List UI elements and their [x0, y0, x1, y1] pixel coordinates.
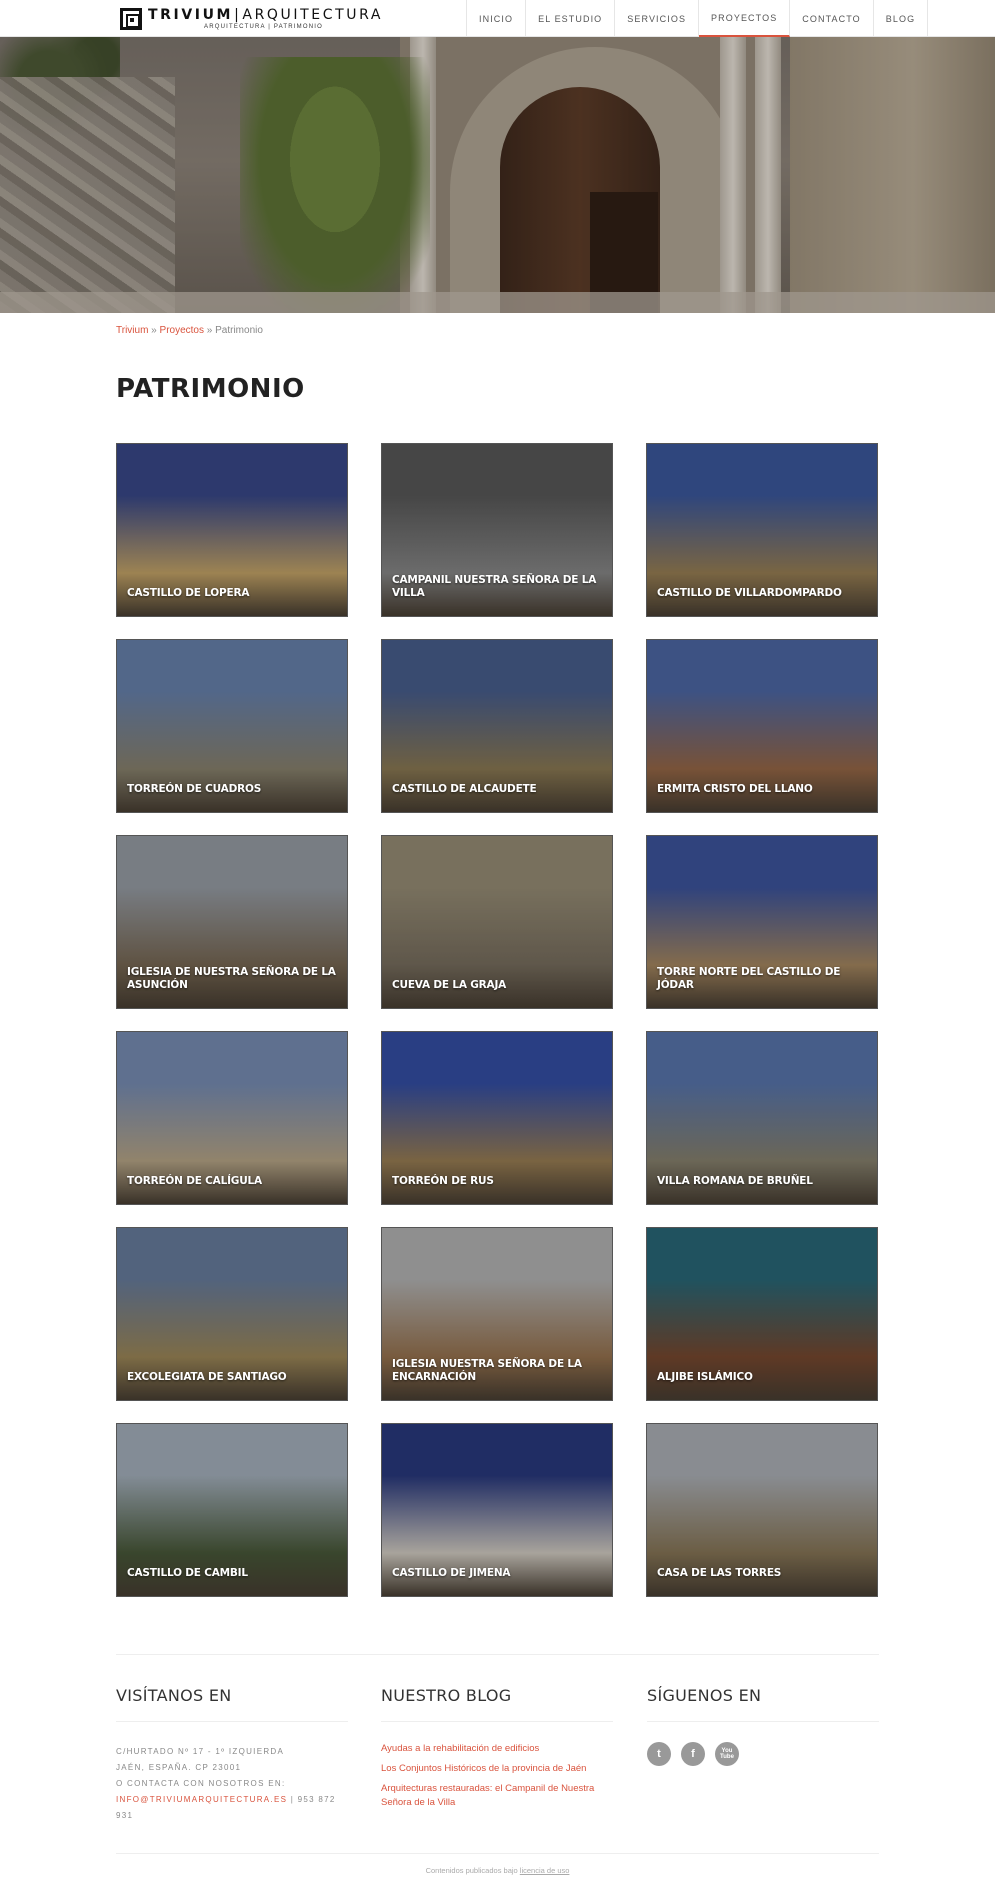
nav-item-blog[interactable]: BLOG	[874, 0, 929, 37]
footer-follow-column: SÍGUENOS EN t f You Tube	[647, 1686, 879, 1766]
project-title: CASTILLO DE VILLARDOMPARDO	[657, 587, 842, 599]
project-title: CASTILLO DE CAMBIL	[127, 1567, 248, 1579]
logo[interactable]: TRIVIUM|ARQUITECTURA ARQUITECTURA | PATR…	[120, 6, 383, 32]
project-card[interactable]: IGLESIA DE NUESTRA SEÑORA DE LA ASUNCIÓN	[116, 835, 348, 1009]
social-icons: t f You Tube	[647, 1742, 879, 1766]
project-card[interactable]: CUEVA DE LA GRAJA	[381, 835, 613, 1009]
twitter-icon[interactable]: t	[647, 1742, 671, 1766]
footer-blog-heading: NUESTRO BLOG	[381, 1686, 613, 1722]
project-title: CASA DE LAS TORRES	[657, 1567, 782, 1579]
project-title: TORREÓN DE CALÍGULA	[127, 1175, 262, 1187]
hero-shade	[0, 37, 995, 313]
project-title: TORREÓN DE CUADROS	[127, 783, 262, 795]
project-card[interactable]: CASTILLO DE VILLARDOMPARDO	[646, 443, 878, 617]
project-title: EXCOLEGIATA DE SANTIAGO	[127, 1371, 287, 1383]
breadcrumb-home-link[interactable]: Trivium	[116, 325, 148, 336]
address-line: JAÉN, ESPAÑA. CP 23001	[116, 1763, 242, 1772]
nav-item-inicio[interactable]: INICIO	[467, 0, 527, 37]
project-title: CASTILLO DE LOPERA	[127, 587, 250, 599]
project-title: ALJIBE ISLÁMICO	[657, 1371, 753, 1383]
project-card[interactable]: ERMITA CRISTO DEL LLANO	[646, 639, 878, 813]
project-card[interactable]: TORRE NORTE DEL CASTILLO DE JÓDAR	[646, 835, 878, 1009]
breadcrumb-separator: »	[204, 325, 216, 336]
address-line: O CONTACTA CON NOSOTROS EN:	[116, 1779, 286, 1788]
project-card[interactable]: CASTILLO DE ALCAUDETE	[381, 639, 613, 813]
footer-follow-heading: SÍGUENOS EN	[647, 1686, 879, 1722]
nav-item-servicios[interactable]: SERVICIOS	[615, 0, 700, 37]
logo-text: TRIVIUM|ARQUITECTURA ARQUITECTURA | PATR…	[148, 8, 383, 30]
project-title: VILLA ROMANA DE BRUÑEL	[657, 1175, 813, 1187]
site-header: TRIVIUM|ARQUITECTURA ARQUITECTURA | PATR…	[0, 0, 995, 37]
youtube-icon[interactable]: You Tube	[715, 1742, 739, 1766]
project-title: TORRE NORTE DEL CASTILLO DE JÓDAR	[657, 966, 841, 991]
project-title: IGLESIA DE NUESTRA SEÑORA DE LA ASUNCIÓN	[127, 966, 336, 991]
license-link[interactable]: licencia de uso	[520, 1866, 570, 1875]
blog-links-list: Ayudas a la rehabilitación de edificios …	[381, 1742, 613, 1810]
facebook-icon[interactable]: f	[681, 1742, 705, 1766]
breadcrumb: Trivium » Proyectos » Patrimonio	[116, 325, 263, 336]
breadcrumb-section-link[interactable]: Proyectos	[160, 325, 204, 336]
nav-item-contacto[interactable]: CONTACTO	[790, 0, 874, 37]
project-title: TORREÓN DE RUS	[392, 1175, 494, 1187]
project-card[interactable]: TORREÓN DE CALÍGULA	[116, 1031, 348, 1205]
project-title: IGLESIA NUESTRA SEÑORA DE LA ENCARNACIÓN	[392, 1358, 582, 1383]
project-card[interactable]: CAMPANIL NUESTRA SEÑORA DE LA VILLA	[381, 443, 613, 617]
project-title: CASTILLO DE ALCAUDETE	[392, 783, 537, 795]
project-card[interactable]: TORREÓN DE CUADROS	[116, 639, 348, 813]
project-title: CAMPANIL NUESTRA SEÑORA DE LA VILLA	[392, 574, 597, 599]
logo-wordmark: TRIVIUM|ARQUITECTURA	[148, 8, 383, 22]
project-card[interactable]: IGLESIA NUESTRA SEÑORA DE LA ENCARNACIÓN	[381, 1227, 613, 1401]
project-card[interactable]: CASTILLO DE JIMENA	[381, 1423, 613, 1597]
project-card[interactable]: VILLA ROMANA DE BRUÑEL	[646, 1031, 878, 1205]
project-card[interactable]: ALJIBE ISLÁMICO	[646, 1227, 878, 1401]
project-card[interactable]: CASA DE LAS TORRES	[646, 1423, 878, 1597]
bottom-divider	[116, 1853, 879, 1854]
contact-email-link[interactable]: INFO@TRIVIUMARQUITECTURA.ES	[116, 1795, 287, 1804]
logo-separator: |	[234, 7, 242, 23]
page-title: PATRIMONIO	[116, 374, 305, 404]
nav-item-el-estudio[interactable]: EL ESTUDIO	[526, 0, 616, 37]
breadcrumb-current: Patrimonio	[215, 325, 263, 336]
project-title: CASTILLO DE JIMENA	[392, 1567, 511, 1579]
footer-visit-column: VISÍTANOS EN C/HURTADO Nº 17 - 1º IZQUIE…	[116, 1686, 348, 1824]
breadcrumb-separator: »	[148, 325, 160, 336]
project-card[interactable]: EXCOLEGIATA DE SANTIAGO	[116, 1227, 348, 1401]
hero-image	[0, 37, 995, 313]
logo-mark-icon	[120, 8, 142, 30]
main-nav: INICIO EL ESTUDIO SERVICIOS PROYECTOS CO…	[466, 0, 929, 37]
project-card[interactable]: TORREÓN DE RUS	[381, 1031, 613, 1205]
footer-divider	[116, 1654, 879, 1655]
address-line: C/HURTADO Nº 17 - 1º IZQUIERDA	[116, 1747, 285, 1756]
project-title: CUEVA DE LA GRAJA	[392, 979, 507, 991]
project-title: ERMITA CRISTO DEL LLANO	[657, 783, 813, 795]
footer-visit-heading: VISÍTANOS EN	[116, 1686, 348, 1722]
legal-notice: Contenidos publicados bajo licencia de u…	[0, 1866, 995, 1875]
projects-grid: CASTILLO DE LOPERA CAMPANIL NUESTRA SEÑOR…	[116, 443, 879, 1597]
blog-link[interactable]: Los Conjuntos Históricos de la provincia…	[381, 1762, 613, 1776]
logo-name-part2: ARQUITECTURA	[242, 7, 384, 23]
logo-name-part1: TRIVIUM	[148, 7, 234, 23]
project-card[interactable]: CASTILLO DE CAMBIL	[116, 1423, 348, 1597]
logo-tagline: ARQUITECTURA | PATRIMONIO	[204, 24, 324, 30]
nav-item-proyectos[interactable]: PROYECTOS	[699, 0, 791, 37]
blog-link[interactable]: Arquitecturas restauradas: el Campanil d…	[381, 1782, 613, 1810]
footer-address: C/HURTADO Nº 17 - 1º IZQUIERDA JAÉN, ESP…	[116, 1744, 348, 1824]
blog-link[interactable]: Ayudas a la rehabilitación de edificios	[381, 1742, 613, 1756]
contact-line: INFO@TRIVIUMARQUITECTURA.ES | 953 872 93…	[116, 1792, 348, 1824]
footer-blog-column: NUESTRO BLOG Ayudas a la rehabilitación …	[381, 1686, 613, 1816]
legal-text: Contenidos publicados bajo	[425, 1866, 520, 1875]
project-card[interactable]: CASTILLO DE LOPERA	[116, 443, 348, 617]
